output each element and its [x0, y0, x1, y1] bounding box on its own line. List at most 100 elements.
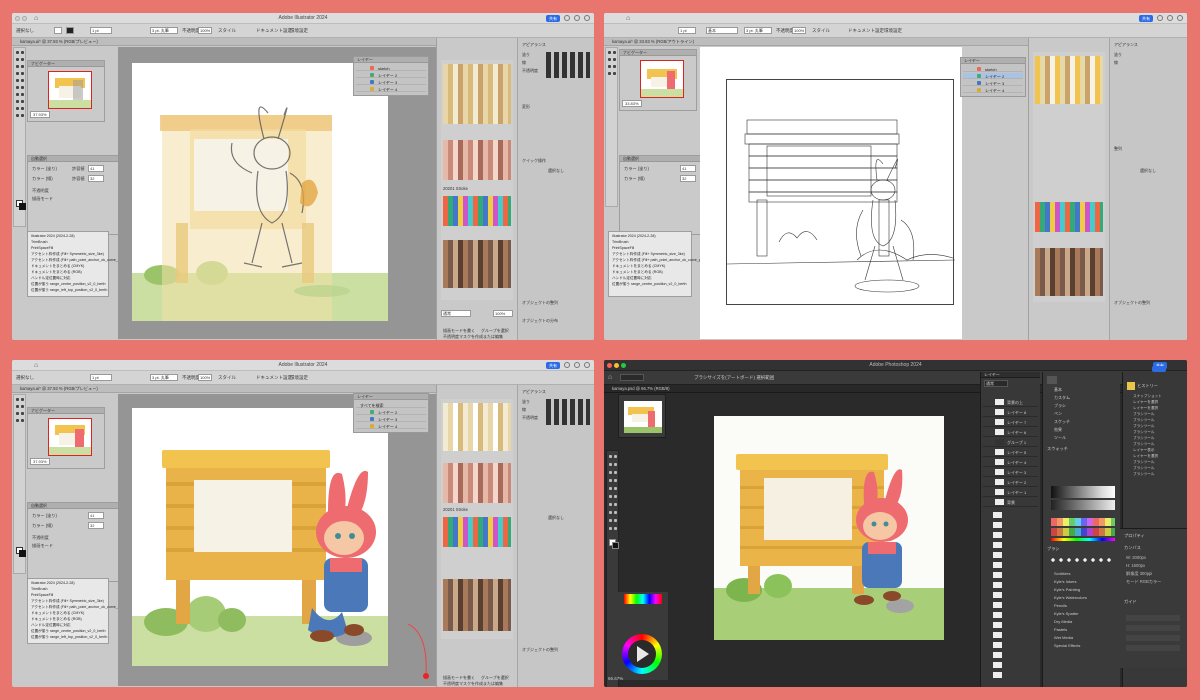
- stroke-row[interactable]: 線: [522, 60, 526, 66]
- type-tool-icon[interactable]: [16, 65, 19, 68]
- action-item[interactable]: ハンドル定位置時に対応: [31, 276, 71, 281]
- fill-color-option[interactable]: カラー (塗り): [624, 166, 649, 172]
- ps-preset-folder[interactable]: カスタム: [1045, 394, 1118, 401]
- type-tool-icon[interactable]: [614, 511, 617, 514]
- ps-brush-group[interactable]: Scribbles: [1045, 570, 1118, 577]
- action-item[interactable]: ドキュメントをまとめる (RGB): [31, 617, 82, 622]
- brush-preset-picker[interactable]: [620, 374, 644, 381]
- cloud-icon[interactable]: [574, 362, 580, 368]
- document-tab[interactable]: kamaya.ai* @ 37.93 % (RGB/プレビュー): [20, 386, 98, 392]
- document-tab[interactable]: kamaya.ai* @ 37.93 % (RGB/プレビュー): [20, 39, 98, 45]
- eyedropper-tool-icon[interactable]: [16, 107, 19, 110]
- opacity-field[interactable]: 100%: [198, 27, 212, 34]
- search-icon[interactable]: [564, 362, 570, 368]
- pencil-tool-icon[interactable]: [16, 79, 19, 82]
- artboard-outline[interactable]: [726, 79, 956, 305]
- brush-select[interactable]: 3 pt. 丸筆: [150, 27, 178, 34]
- layer-row[interactable]: レイヤー 3: [356, 416, 426, 422]
- curvature-tool-icon[interactable]: [21, 58, 24, 61]
- eyedropper-tool-icon[interactable]: [21, 419, 24, 422]
- align-buttons[interactable]: [546, 52, 590, 78]
- ps-history-item[interactable]: ブラシツール: [1133, 418, 1155, 423]
- share-button[interactable]: 共有: [546, 362, 560, 369]
- action-item[interactable]: PrintSpaceFill: [612, 246, 634, 250]
- zoom-field[interactable]: 33.83%: [622, 100, 642, 107]
- fill-color-option[interactable]: カラー (塗り): [32, 166, 57, 172]
- style-label[interactable]: スタイル: [218, 28, 236, 34]
- blend-opacity-field[interactable]: 100%: [493, 310, 513, 317]
- opacity-option[interactable]: 不透明度: [32, 188, 49, 194]
- action-item[interactable]: 位置が揃う range_left_top_position_v2_0_berth: [31, 635, 107, 640]
- selection-tool-icon[interactable]: [608, 51, 611, 54]
- opacity-mask-button[interactable]: 不透明度マスクを作成または編集: [443, 334, 503, 340]
- action-item[interactable]: ドキュメントをまとめる (RGB): [31, 270, 82, 275]
- navigator-thumbnail[interactable]: [640, 60, 684, 98]
- move-tool-icon[interactable]: [609, 455, 612, 458]
- action-item[interactable]: アクセント枠作成 (Fill+ Symmetric_size_3ke): [612, 252, 685, 257]
- swatch-grid-4[interactable]: [1035, 248, 1103, 296]
- stroke-row[interactable]: 線: [522, 407, 526, 413]
- ps-history-item[interactable]: スナップショット: [1133, 394, 1162, 399]
- clone-stamp-tool-icon[interactable]: [609, 487, 612, 490]
- zoom-field[interactable]: 37.93%: [30, 111, 50, 118]
- action-item[interactable]: アクセント枠作成 (Fill+ Symmetric_size_3ke): [31, 252, 104, 257]
- ps-history-item[interactable]: レイヤーを選択: [1133, 400, 1158, 405]
- zoom-tool-icon[interactable]: [21, 114, 24, 117]
- grid-icon[interactable]: [584, 362, 590, 368]
- env-settings-button[interactable]: 環境設定: [290, 28, 308, 34]
- opacity-option[interactable]: 不透明度: [32, 535, 49, 541]
- ps-properties-controls[interactable]: [1126, 615, 1180, 655]
- ps-layer-row[interactable]: 背景の上: [983, 398, 1038, 407]
- zoom-field[interactable]: 37.93%: [30, 458, 50, 465]
- action-item[interactable]: Illustrator 2024 (2024-2-28): [31, 581, 75, 585]
- action-item[interactable]: TrimBrush: [31, 587, 47, 591]
- selection-tool-icon[interactable]: [16, 398, 19, 401]
- color-wheel[interactable]: [622, 634, 662, 674]
- swatch-grid-2[interactable]: [443, 140, 511, 180]
- direct-selection-tool-icon[interactable]: [21, 398, 24, 401]
- swatch-grid-4[interactable]: [443, 579, 511, 631]
- eyedropper-tool-icon[interactable]: [614, 471, 617, 474]
- layer-row-selected[interactable]: レイヤー 2: [963, 73, 1023, 79]
- stroke-color-option[interactable]: カラー (線): [32, 176, 53, 182]
- grid-icon[interactable]: [1177, 15, 1183, 21]
- ps-share-button[interactable]: [1152, 366, 1166, 372]
- doc-settings-button[interactable]: ドキュメント設定: [256, 375, 292, 381]
- ps-brush-group[interactable]: Kyle's Watercolors: [1045, 594, 1118, 601]
- canvas-area[interactable]: [668, 394, 978, 678]
- hue-slider[interactable]: [624, 594, 662, 604]
- navigator-thumbnail[interactable]: [624, 401, 662, 433]
- ps-mode-field[interactable]: モード RGBカラー: [1126, 579, 1161, 585]
- stroke-color-option[interactable]: カラー (線): [32, 523, 53, 529]
- object-select-tool-icon[interactable]: [614, 463, 617, 466]
- zoom-tool-icon[interactable]: [614, 527, 617, 530]
- swatch-grid-2[interactable]: [443, 463, 511, 503]
- opacity-field[interactable]: 100%: [792, 27, 806, 34]
- action-item[interactable]: 位置が揃う range_left_top_position_v2_0_berth: [31, 288, 107, 293]
- blend-mode-select[interactable]: 通常: [441, 310, 471, 317]
- shape-builder-tool-icon[interactable]: [16, 100, 19, 103]
- ps-brush-group[interactable]: Pastels: [1045, 626, 1118, 633]
- layer-row[interactable]: レイヤー 4: [356, 86, 426, 92]
- canvas-area[interactable]: [118, 394, 436, 686]
- rotate-tool-icon[interactable]: [16, 86, 19, 89]
- rotate-tool-icon[interactable]: [608, 72, 611, 75]
- hand-tool-icon[interactable]: [609, 527, 612, 530]
- artboard[interactable]: [132, 63, 388, 321]
- gradient-tool-icon[interactable]: [614, 495, 617, 498]
- ps-gray-swatches[interactable]: [1051, 486, 1115, 498]
- action-item[interactable]: 位置が揃う range_centre_position_v2_0_berth: [31, 629, 106, 634]
- ps-history-item[interactable]: ブラシツール: [1133, 430, 1155, 435]
- ps-color-swatches-1[interactable]: [1051, 518, 1115, 526]
- action-item[interactable]: TrimBrush: [31, 240, 47, 244]
- ps-layer-row[interactable]: レイヤー 8: [983, 408, 1038, 417]
- canvas-area[interactable]: [700, 47, 962, 339]
- cloud-icon[interactable]: [1167, 15, 1173, 21]
- swatch-grid-3[interactable]: [443, 517, 511, 547]
- document-tab[interactable]: kamaya.ai* @ 33.83 % (RGB/アウトライン): [612, 39, 694, 45]
- action-item[interactable]: TrimBrush: [612, 240, 628, 244]
- env-settings-button[interactable]: 環境設定: [884, 28, 902, 34]
- document-tab[interactable]: kamaya.psd @ 66.7% (RGB/8): [612, 386, 670, 391]
- ps-brush-group[interactable]: Special Effects: [1045, 642, 1118, 649]
- blend-mode-option[interactable]: 描画モード: [32, 196, 53, 202]
